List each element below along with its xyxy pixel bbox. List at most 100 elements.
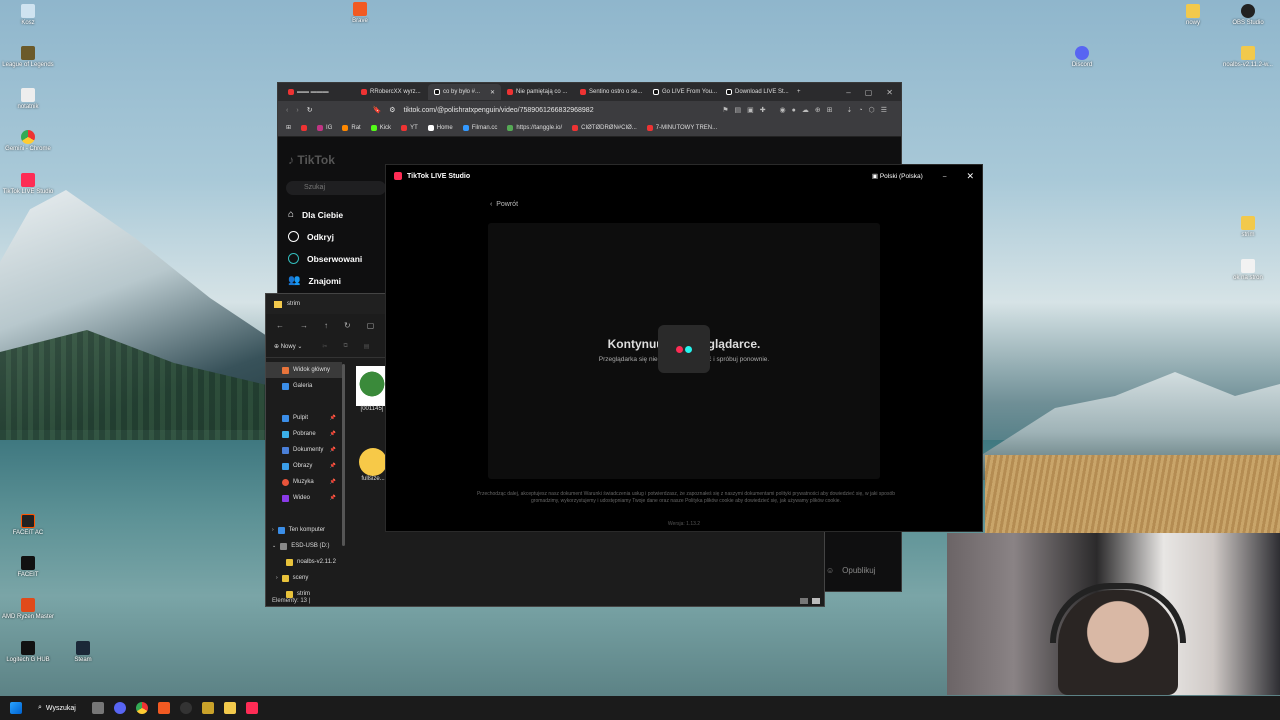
task-view-icon[interactable] <box>91 702 104 714</box>
obs-icon[interactable] <box>179 702 192 714</box>
nav-label: Znajomi <box>308 275 342 286</box>
desktop-icon-faceit-ac[interactable]: FACEIT AC <box>0 514 60 536</box>
nav-home[interactable]: Widok główny <box>266 362 342 378</box>
publish-button[interactable]: Opublikuj <box>842 566 875 575</box>
tiktok-nav-for-you[interactable]: ⌂ Dla Ciebie <box>288 209 343 220</box>
explorer-title: strim <box>287 301 300 307</box>
desktop-icon-brave[interactable]: Brave <box>328 2 392 24</box>
maximize-icon[interactable]: ▢ <box>865 88 873 97</box>
tab-6[interactable]: Download LIVE St... <box>720 84 793 100</box>
desktop-icon-chrome[interactable]: Gemini - Chrome <box>0 130 60 152</box>
chrome-icon[interactable] <box>135 702 148 714</box>
tiktok-nav-friends[interactable]: 👥 Znajomi <box>288 275 341 286</box>
emoji-icon[interactable]: ☺ <box>826 566 834 575</box>
back-button[interactable]: ‹ Powrót <box>490 201 518 208</box>
desktop-icon-faceit[interactable]: FACEIT <box>0 556 60 578</box>
url-text[interactable]: tiktok.com/@polishratxpenguin/video/7589… <box>404 107 594 114</box>
desktop-icon-txt-file[interactable]: ok na stron <box>1216 259 1280 281</box>
bookmark-tanggle[interactable]: https://tanggle.io/ <box>507 124 562 131</box>
nav-scrollbar[interactable] <box>342 364 345 546</box>
bookmark-icon[interactable]: 🔖 <box>373 106 382 114</box>
pin-icon: 📌 <box>329 415 336 421</box>
bookmark-rat[interactable]: Rat <box>342 124 361 131</box>
nav-music[interactable]: Muzyka 📌 <box>266 474 342 490</box>
desktop-icon-steam[interactable]: Steam <box>51 641 115 663</box>
refresh-icon[interactable]: ↻ <box>344 321 351 330</box>
file-explorer-icon[interactable] <box>223 702 236 714</box>
tiktok-search-input[interactable]: Szukaj <box>286 181 386 195</box>
brave-icon[interactable] <box>157 702 170 714</box>
bookmark-trening[interactable]: 7-MINUTOWY TREN... <box>646 124 717 131</box>
tab-label: RRobercXX wyrz... <box>370 89 421 95</box>
tiktok-live-icon[interactable] <box>245 702 258 714</box>
forward-icon[interactable]: › <box>296 107 298 114</box>
file-name: [001145] <box>360 406 384 412</box>
reload-icon[interactable]: ↻ <box>307 106 313 114</box>
language-selector[interactable]: ▣ Polski (Polska) <box>872 172 923 180</box>
nav-this-pc[interactable]: › Ten komputer <box>266 522 342 538</box>
nav-pictures[interactable]: Obrazy 📌 <box>266 458 342 474</box>
folder-icon <box>281 574 289 582</box>
pin-icon: 📌 <box>329 463 336 469</box>
desktop-icon-strim[interactable]: strim <box>1216 216 1280 238</box>
tab-close-icon[interactable]: ✕ <box>490 89 495 96</box>
nav-usb-drive[interactable]: ⌄ ESD-USB (D:) <box>266 538 342 554</box>
cut-icon[interactable]: ✂ <box>322 343 327 350</box>
nav-videos[interactable]: Wideo 📌 <box>266 490 342 506</box>
desktop-icon-discord[interactable]: Discord <box>1050 46 1114 68</box>
nav-desktop[interactable]: Pulpit 📌 <box>266 410 342 426</box>
desktop-icon-obs[interactable]: OBS Studio <box>1216 4 1280 26</box>
minimize-icon[interactable]: – <box>846 88 850 97</box>
tab-redacted[interactable]: ▬▬ ▬▬▬ <box>282 84 355 100</box>
bookmark-yt[interactable]: YT <box>401 124 418 131</box>
tab-2-active[interactable]: co by było #... ✕ <box>428 84 501 100</box>
desktop-icon-amd[interactable]: AMD Ryzen Master <box>0 598 60 620</box>
tab-5[interactable]: Go LIVE From You... <box>647 84 720 100</box>
extension-icons[interactable]: ⚑▤▣✚ ◉●☁⊕⊞ ⇣◔⬡☰ <box>722 106 893 114</box>
view-icon[interactable]: ▢ <box>367 321 375 330</box>
start-windows-icon[interactable] <box>10 702 22 714</box>
bookmark-home[interactable]: Home <box>427 124 453 131</box>
bookmark-ig[interactable]: IG <box>317 124 332 131</box>
tab-3[interactable]: Nie pamiętają co ... <box>501 84 574 100</box>
forward-icon[interactable]: → <box>300 321 308 330</box>
close-icon[interactable]: ✕ <box>886 88 893 97</box>
site-info-icon[interactable]: ⚙ <box>389 106 395 114</box>
nav-folder-sceny[interactable]: › sceny <box>266 570 342 586</box>
tiktok-logo[interactable]: ♪ TikTok <box>288 153 335 167</box>
tiktok-nav-explore[interactable]: Odkryj <box>288 231 334 242</box>
nav-downloads[interactable]: Pobrane 📌 <box>266 426 342 442</box>
bookmark-ciotodron[interactable]: CIØTØDRØN#CIØ... <box>572 124 637 131</box>
desktop-icon-tiktok-live[interactable]: TikTok LIVE Studio <box>0 173 60 195</box>
back-icon[interactable]: ‹ <box>286 107 288 114</box>
new-button[interactable]: ⊕ Nowy ⌄ <box>274 343 302 350</box>
desktop-icon-noalbs[interactable]: noalbs-v2.11.2-w... <box>1216 46 1280 68</box>
new-tab-icon[interactable]: + <box>793 89 805 95</box>
discord-icon[interactable] <box>113 702 126 714</box>
paste-icon[interactable]: ▤ <box>364 343 370 350</box>
minimize-icon[interactable]: – <box>943 173 947 180</box>
app-icon[interactable] <box>201 702 214 714</box>
nav-gallery[interactable]: Galeria <box>266 378 342 394</box>
taskbar-search[interactable]: ⌕ Wyszukaj <box>32 704 82 712</box>
tab-1[interactable]: RRobercXX wyrz... <box>355 84 428 100</box>
nav-documents[interactable]: Dokumenty 📌 <box>266 442 342 458</box>
up-icon[interactable]: ↑ <box>324 321 328 330</box>
folder-icon <box>274 300 282 308</box>
close-icon[interactable]: ✕ <box>966 171 974 182</box>
desktop-icon-label: strim <box>1241 232 1255 238</box>
apps-grid-icon[interactable]: ⊞ <box>286 124 291 131</box>
bookmark-filman[interactable]: Filman.cc <box>462 124 497 131</box>
tiktok-nav-following[interactable]: Obserwowani <box>288 253 362 264</box>
desktop-icon-league[interactable]: League of Legends <box>0 46 60 68</box>
bookmark-kick[interactable]: Kick <box>370 124 391 131</box>
bookmark-item[interactable] <box>301 124 308 131</box>
back-icon[interactable]: ← <box>276 321 284 330</box>
desktop-icon-recycle-bin[interactable]: Kosz <box>0 4 60 26</box>
desktop-icon-notepad[interactable]: notatnik <box>0 88 60 110</box>
tiles-view-icon[interactable] <box>812 598 820 604</box>
tab-4[interactable]: Sentino ostro o se... <box>574 84 647 100</box>
copy-icon[interactable]: ⧉ <box>343 343 347 350</box>
nav-folder-noalbs[interactable]: noalbs-v2.11.2 <box>266 554 342 570</box>
details-view-icon[interactable] <box>800 598 808 604</box>
